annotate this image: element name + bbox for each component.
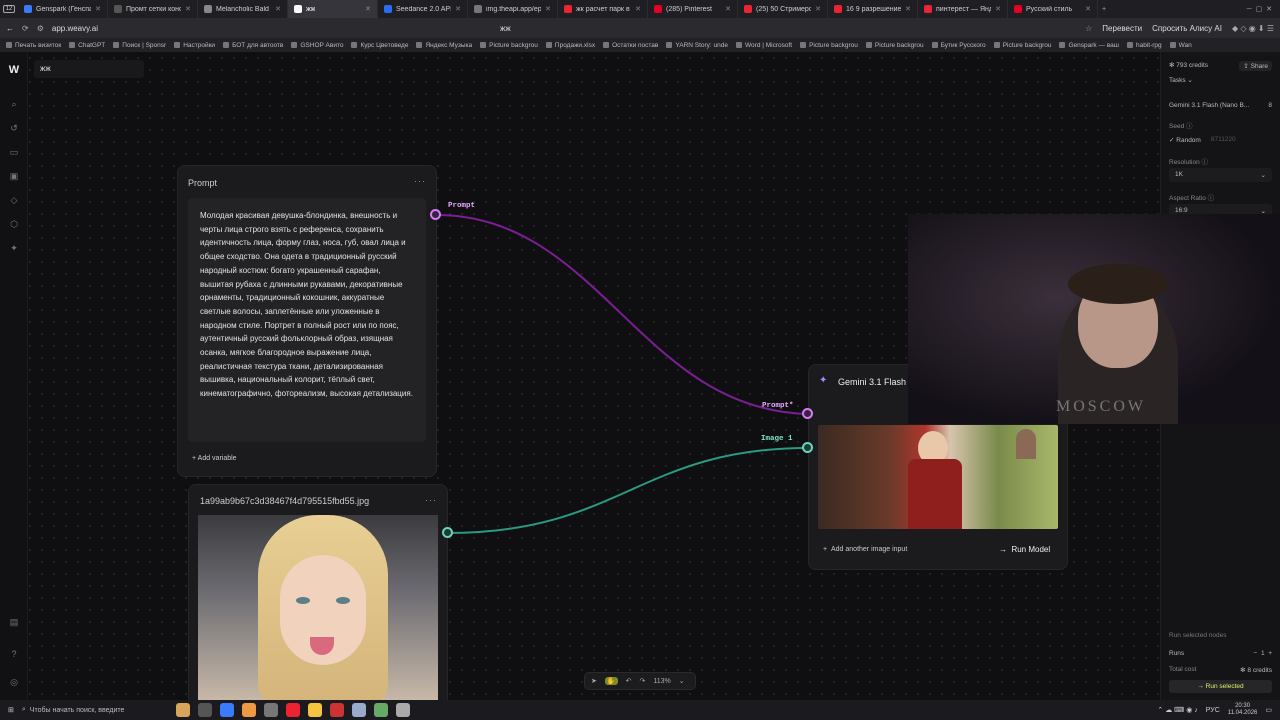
shirt-text: MOSCOW (1056, 398, 1147, 415)
prompt-wire (435, 214, 809, 415)
explorer-icon[interactable] (307, 703, 322, 717)
widget-icon[interactable] (175, 703, 190, 717)
webcam-overlay: MOSCOW (908, 214, 1280, 424)
prompt-output-port[interactable] (430, 209, 441, 220)
language-indicator[interactable]: РУС (1206, 707, 1220, 714)
share-button[interactable]: ⇪ Share (1239, 61, 1272, 71)
add-variable-button[interactable]: + Add variable (192, 455, 237, 462)
image-node-title: 1a99ab9b67c3d38467f4d795515fbd55.jpg (200, 496, 370, 506)
resolution-label: Resolution ⓘ (1169, 159, 1209, 166)
resolution-select[interactable]: 1K ⌄ (1169, 168, 1272, 182)
canvas-toolbar: ➤ ✋ ↶ ↷ 113% ⌄ (584, 672, 696, 690)
seed-label: Seed ⓘ (1169, 123, 1193, 130)
model-image-input-label: Image 1 (761, 435, 793, 443)
hand-tool-icon[interactable]: ✋ (604, 677, 618, 685)
model-node-title: Gemini 3.1 Flash ( (838, 377, 912, 387)
os-taskbar: ⊞ ⌕ Чтобы начать поиск, введите ⌃ ☁ ⌨ ◉ … (0, 700, 1280, 720)
image-output-port[interactable] (442, 527, 453, 538)
app-icon[interactable] (241, 703, 256, 717)
yandex-icon[interactable] (285, 703, 300, 717)
app-icon[interactable] (263, 703, 278, 717)
app-icon[interactable] (395, 703, 410, 717)
model-prompt-input-label: Prompt* (762, 402, 794, 410)
chevron-down-icon[interactable]: ⌄ (679, 677, 685, 685)
clock[interactable]: 20:30 11.04.2026 (1228, 703, 1258, 717)
run-selected-button[interactable]: → Run selected (1169, 680, 1272, 693)
add-image-input-button[interactable]: + Add another image input (823, 546, 907, 553)
tray-icons[interactable]: ⌃ ☁ ⌨ ◉ ♪ (1157, 706, 1197, 714)
app-icon[interactable] (351, 703, 366, 717)
node-menu-icon[interactable]: ··· (425, 495, 437, 505)
credits-display: ✻ 793 credits (1169, 62, 1209, 69)
prompt-node-title: Prompt (188, 178, 218, 188)
undo-icon[interactable]: ↶ (626, 677, 632, 685)
redo-icon[interactable]: ↷ (639, 677, 645, 685)
select-tool-icon[interactable]: ➤ (591, 677, 597, 685)
model-prompt-input-port[interactable] (802, 408, 813, 419)
app-icon[interactable] (219, 703, 234, 717)
taskview-icon[interactable] (197, 703, 212, 717)
tasks-button[interactable]: Tasks ⌄ (1169, 76, 1272, 84)
node-menu-icon[interactable]: ··· (414, 176, 426, 186)
reference-photo (198, 515, 438, 701)
generated-image[interactable] (818, 425, 1058, 529)
image-node[interactable]: 1a99ab9b67c3d38467f4d795515fbd55.jpg ··· (188, 484, 448, 701)
prompt-output-label: Prompt (448, 202, 476, 210)
model-image-input-port[interactable] (802, 442, 813, 453)
model-selector[interactable]: Gemini 3.1 Flash (Nano B... 8 (1169, 102, 1272, 109)
aspect-ratio-label: Aspect Ratio ⓘ (1169, 195, 1215, 202)
prompt-textarea[interactable]: Молодая красивая девушка-блондинка, внеш… (188, 198, 426, 442)
seed-random-toggle[interactable]: ✓ Random 8711220 (1169, 136, 1272, 144)
notifications-icon[interactable]: ▭ (1265, 706, 1272, 714)
taskbar-search[interactable]: ⌕ Чтобы начать поиск, введите (22, 706, 172, 714)
start-icon[interactable]: ⊞ (0, 706, 22, 714)
runs-stepper[interactable]: Runs − 1 + (1169, 650, 1272, 657)
run-model-button[interactable]: → Run Model (999, 545, 1050, 554)
total-cost: Total cost ✻ 8 credits (1169, 666, 1272, 674)
run-selected-nodes-label: Run selected nodes (1169, 632, 1227, 639)
app-icon[interactable] (373, 703, 388, 717)
sparkle-icon: ✦ (819, 375, 828, 386)
image-wire (447, 447, 809, 534)
app-icon[interactable] (329, 703, 344, 717)
zoom-level[interactable]: 113% (653, 678, 670, 685)
